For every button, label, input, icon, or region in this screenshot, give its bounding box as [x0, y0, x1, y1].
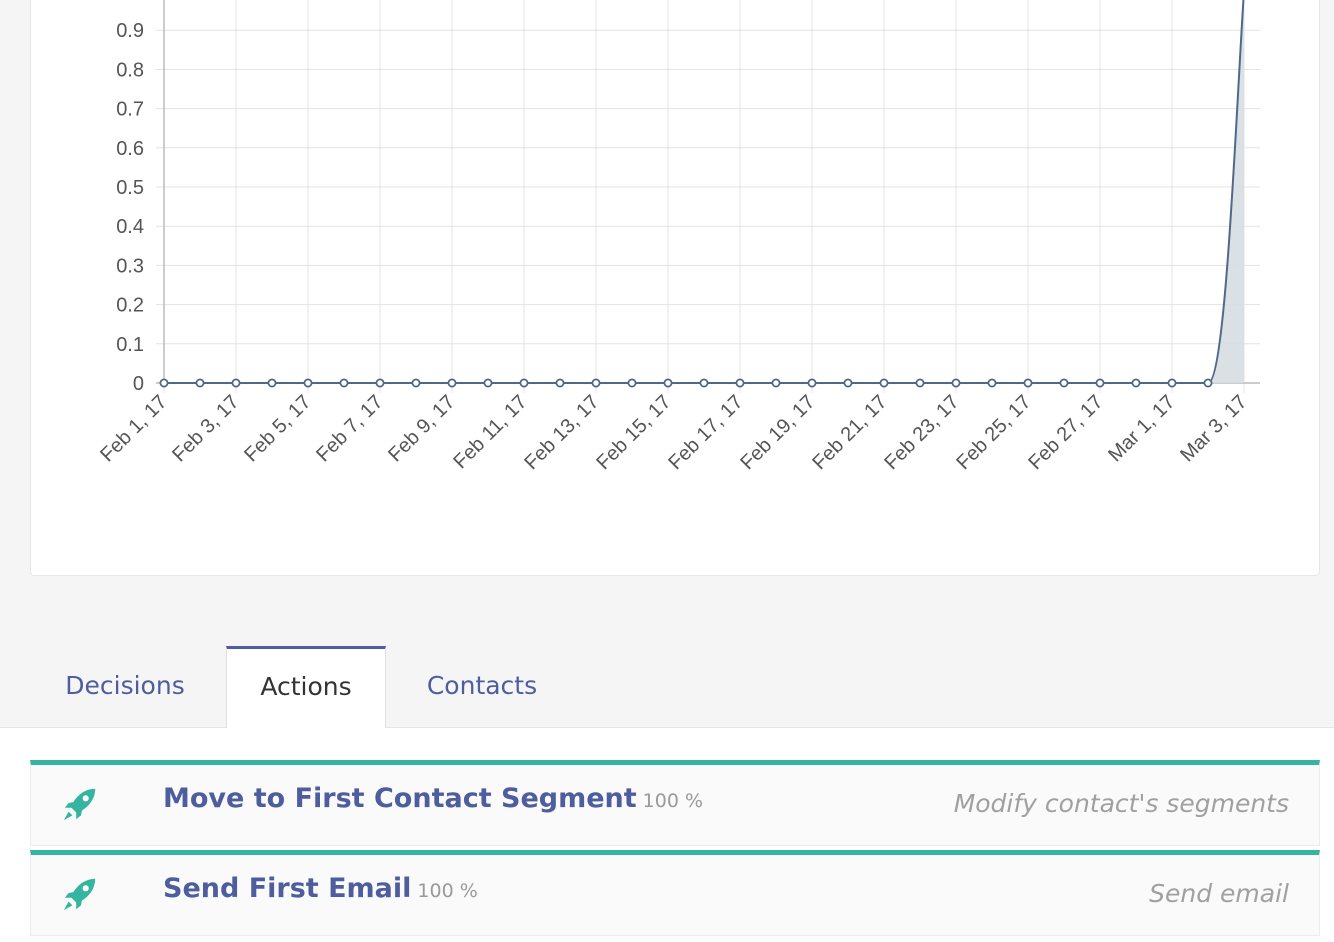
data-point	[627, 378, 637, 388]
y-tick-label: 0.9	[116, 20, 144, 42]
data-point	[663, 378, 673, 388]
y-tick-label: 0	[133, 373, 144, 395]
data-point	[267, 378, 277, 388]
action-name[interactable]: Send First Email	[163, 873, 411, 904]
data-point	[591, 378, 601, 388]
data-point	[483, 378, 493, 388]
tab-contacts[interactable]: Contacts	[392, 646, 572, 728]
data-point	[159, 378, 169, 388]
data-point	[303, 378, 313, 388]
action-name[interactable]: Move to First Contact Segment	[163, 783, 637, 814]
y-tick-label: 0.4	[116, 216, 144, 238]
x-tick-label: Feb 13, 17	[520, 391, 603, 474]
series-area	[164, 0, 1244, 383]
data-point	[447, 378, 457, 388]
y-tick-label: 0.5	[116, 177, 144, 199]
data-point	[987, 378, 997, 388]
x-tick-label: Mar 1, 17	[1104, 391, 1179, 466]
action-type: Send email	[1149, 879, 1289, 908]
x-tick-label: Feb 17, 17	[664, 391, 747, 474]
data-point	[1059, 378, 1069, 388]
action-row[interactable]: Move to First Contact Segment 100 % Modif…	[30, 760, 1320, 846]
data-point	[1131, 378, 1141, 388]
series-line	[164, 0, 1245, 384]
data-point	[1023, 378, 1033, 388]
chart-card: 0 0.1 0.2 0.3 0.4 0.5 0.6 0.7 0.8 0.9 Feb 1, 17 Feb…	[30, 0, 1320, 576]
data-point	[879, 378, 889, 388]
x-tick-label: Feb 9, 17	[384, 391, 459, 466]
action-title[interactable]: Move to First Contact Segment 100 %	[163, 783, 703, 814]
data-point	[771, 378, 781, 388]
data-point	[375, 378, 385, 388]
data-point	[843, 378, 853, 388]
x-tick-label: Feb 19, 17	[736, 391, 819, 474]
data-point	[951, 378, 961, 388]
y-tick-label: 0.8	[116, 59, 144, 81]
x-tick-label: Feb 27, 17	[1024, 391, 1107, 474]
data-point	[519, 378, 529, 388]
data-point	[1167, 378, 1177, 388]
rocket-icon	[63, 878, 96, 911]
x-tick-label: Feb 11, 17	[449, 391, 531, 473]
y-tick-label: 0.1	[116, 334, 144, 356]
data-point	[735, 378, 745, 388]
y-tick-label: 0.7	[116, 99, 144, 121]
action-percent: 100 %	[417, 880, 478, 902]
data-point	[1203, 378, 1213, 388]
data-point	[915, 378, 925, 388]
data-point	[339, 378, 349, 388]
data-point	[699, 378, 709, 388]
line-chart: 00.10.20.30.40.50.60.70.80.9Feb 1, 17Feb…	[96, 0, 1260, 474]
data-point	[555, 378, 565, 388]
tab-bar: Decisions Actions Contacts	[0, 646, 1334, 729]
data-point	[231, 378, 241, 388]
action-type: Modify contact's segments	[953, 789, 1289, 818]
data-point	[195, 378, 205, 388]
tab-actions[interactable]: Actions	[226, 646, 386, 729]
y-tick-label: 0.6	[116, 138, 144, 160]
x-tick-label: Feb 7, 17	[312, 391, 387, 466]
y-tick-label: 0.3	[116, 255, 144, 277]
tab-decisions[interactable]: Decisions	[30, 646, 220, 728]
data-point	[411, 378, 421, 388]
x-tick-label: Feb 1, 17	[96, 391, 171, 466]
x-tick-label: Feb 3, 17	[168, 391, 243, 466]
rocket-icon	[63, 788, 96, 821]
actions-panel: Move to First Contact Segment 100 % Modif…	[0, 728, 1334, 942]
action-percent: 100 %	[642, 790, 704, 812]
x-tick-label: Mar 3, 17	[1176, 391, 1251, 466]
x-tick-label: Feb 5, 17	[240, 391, 315, 466]
data-point	[807, 378, 817, 388]
x-tick-label: Feb 21, 17	[808, 391, 891, 474]
action-title[interactable]: Send First Email 100 %	[163, 873, 478, 904]
x-tick-label: Feb 15, 17	[592, 391, 675, 474]
data-point	[1095, 378, 1105, 388]
y-tick-label: 0.2	[116, 295, 144, 317]
x-tick-label: Feb 23, 17	[880, 391, 963, 474]
x-tick-label: Feb 25, 17	[952, 391, 1035, 474]
action-row[interactable]: Send First Email 100 % Send email	[30, 850, 1320, 936]
